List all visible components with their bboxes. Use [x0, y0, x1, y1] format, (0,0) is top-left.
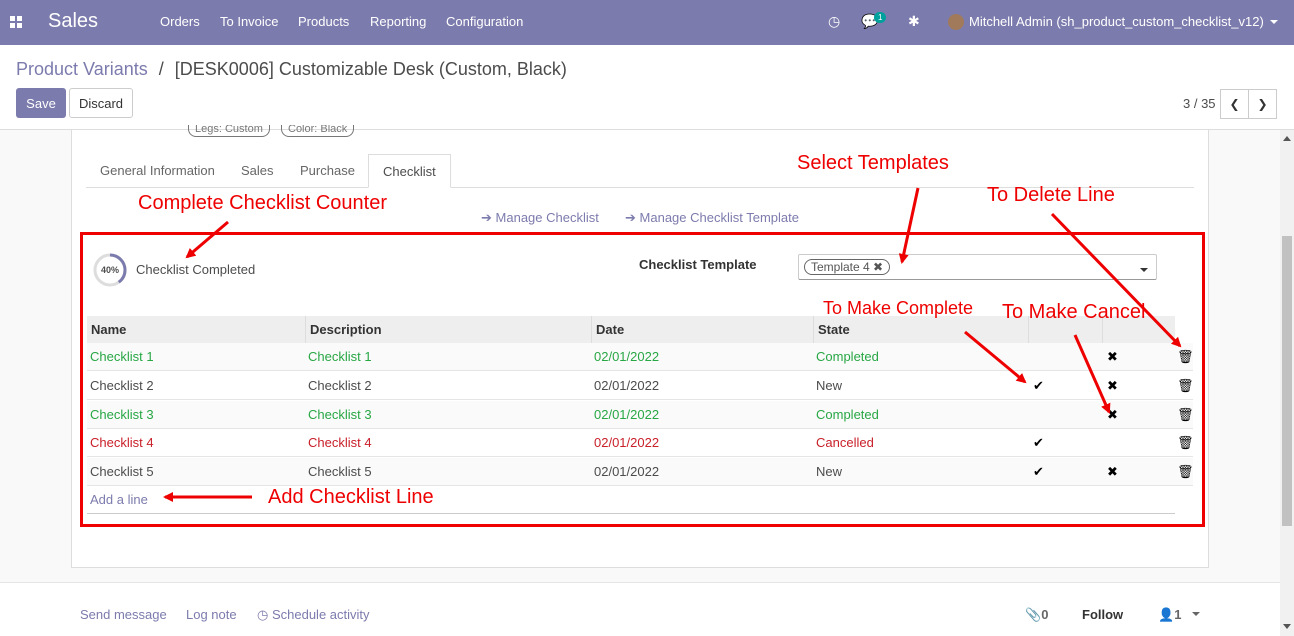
chat-badge: 1 [874, 12, 887, 23]
annotation-complete-counter: Complete Checklist Counter [138, 192, 387, 214]
arrow-right-icon: ➔ [625, 210, 636, 225]
top-navbar: Sales Orders To Invoice Products Reporti… [0, 0, 1294, 45]
clock-icon: ◷ [257, 607, 269, 622]
manage-checklist-button[interactable]: ➔ Manage Checklist [481, 210, 599, 226]
annotation-make-cancel: To Make Cancel [1002, 301, 1146, 323]
control-panel: Product Variants / [DESK0006] Customizab… [0, 45, 1294, 130]
send-message-button[interactable]: Send message [80, 607, 167, 622]
followers-count: 1 [1174, 607, 1182, 622]
arrow-right-icon: ➔ [481, 210, 492, 225]
menu-products[interactable]: Products [298, 14, 349, 29]
tab-sales[interactable]: Sales [227, 154, 288, 188]
pager-previous-button[interactable]: ❮ [1220, 89, 1249, 119]
user-icon: 👤 [1158, 607, 1175, 622]
annotation-highlight-box [80, 232, 1205, 527]
breadcrumb: Product Variants / [DESK0006] Customizab… [16, 59, 567, 80]
user-caret-icon[interactable] [1270, 20, 1278, 24]
pager-value[interactable]: 3 / 35 [1183, 96, 1216, 111]
menu-orders[interactable]: Orders [160, 14, 200, 29]
annotation-add-line: Add Checklist Line [268, 486, 434, 508]
pager-next-button[interactable]: ❯ [1248, 89, 1277, 119]
scroll-down-icon[interactable] [1283, 624, 1291, 629]
attribute-tag: Color: Black [281, 125, 355, 137]
app-name[interactable]: Sales [48, 10, 98, 33]
paperclip-icon: 📎 [1025, 607, 1042, 622]
tab-purchase[interactable]: Purchase [286, 154, 369, 188]
breadcrumb-current: [DESK0006] Customizable Desk (Custom, Bl… [174, 59, 567, 79]
attachments-button[interactable]: 📎0 [1025, 607, 1048, 623]
manage-template-label: Manage Checklist Template [639, 210, 799, 225]
log-note-button[interactable]: Log note [186, 607, 237, 622]
user-menu[interactable]: Mitchell Admin (sh_product_custom_checkl… [969, 14, 1264, 29]
manage-checklist-template-button[interactable]: ➔ Manage Checklist Template [625, 210, 799, 226]
avatar [948, 14, 964, 30]
followers-button[interactable]: 👤1 [1158, 607, 1181, 623]
breadcrumb-separator: / [158, 59, 164, 79]
schedule-activity-label: Schedule activity [271, 607, 370, 622]
menu-configuration[interactable]: Configuration [446, 14, 523, 29]
menu-reporting[interactable]: Reporting [370, 14, 426, 29]
scroll-up-icon[interactable] [1283, 136, 1291, 141]
manage-checklist-label: Manage Checklist [495, 210, 599, 225]
annotation-select-templates: Select Templates [797, 152, 949, 174]
notebook-tabs: General Information Sales Purchase Check… [86, 154, 1194, 188]
page-scrollbar[interactable] [1280, 130, 1294, 636]
apps-menu-icon[interactable] [10, 16, 22, 28]
menu-to-invoice[interactable]: To Invoice [220, 14, 279, 29]
chevron-right-icon: ❯ [1257, 97, 1268, 111]
chevron-left-icon: ❮ [1229, 97, 1240, 111]
save-button[interactable]: Save [16, 88, 66, 118]
tab-checklist[interactable]: Checklist [368, 154, 451, 188]
activity-clock-icon[interactable]: ◷ [828, 13, 840, 30]
follow-button[interactable]: Follow [1082, 607, 1123, 622]
discard-button[interactable]: Discard [69, 88, 133, 118]
scrollbar-thumb[interactable] [1282, 236, 1292, 526]
breadcrumb-parent[interactable]: Product Variants [16, 59, 148, 79]
tab-general-information[interactable]: General Information [86, 154, 229, 188]
annotation-delete-line: To Delete Line [987, 184, 1115, 206]
followers-caret-icon[interactable] [1192, 612, 1200, 616]
attachments-count: 0 [1041, 607, 1049, 622]
debug-bug-icon[interactable]: ✱ [908, 13, 920, 30]
annotation-make-complete: To Make Complete [823, 298, 974, 318]
schedule-activity-button[interactable]: ◷ Schedule activity [257, 607, 370, 623]
attribute-tag: Legs: Custom [188, 125, 270, 137]
chatter-bar: Send message Log note ◷ Schedule activit… [0, 582, 1280, 636]
